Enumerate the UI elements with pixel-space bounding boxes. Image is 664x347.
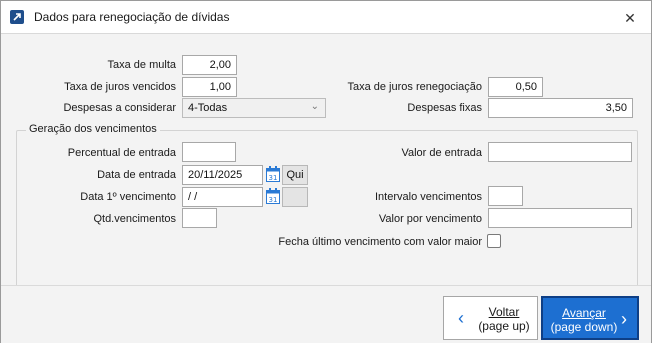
data-entrada-label: Data de entrada (97, 169, 176, 181)
percentual-entrada-input[interactable] (182, 142, 236, 162)
title-bar: Dados para renegociação de dívidas ✕ (1, 1, 651, 34)
back-button-shortcut: (page up) (478, 319, 530, 333)
back-button-label: Voltar (488, 305, 520, 319)
valor-entrada-input[interactable] (488, 142, 632, 162)
valor-entrada-label: Valor de entrada (401, 147, 482, 159)
dialog-title: Dados para renegociação de dívidas (34, 10, 230, 24)
form-area: Taxa de multa 2,00 Taxa de juros vencido… (1, 35, 651, 297)
percentual-entrada-label: Percentual de entrada (67, 147, 176, 159)
footer-bar: ‹ Voltar (page up) Avançar (page down) › (1, 285, 651, 343)
intervalo-vencimentos-label: Intervalo vencimentos (375, 191, 482, 203)
valor-por-vencimento-label: Valor por vencimento (378, 213, 482, 225)
taxa-juros-vencidos-input[interactable]: 1,00 (182, 77, 237, 97)
despesas-considerar-select[interactable]: 4-Todas ⌄ (182, 98, 326, 118)
qtd-vencimentos-input[interactable] (182, 208, 217, 228)
weekday-button[interactable]: Qui (282, 165, 308, 185)
svg-text:31: 31 (269, 196, 278, 204)
taxa-juros-vencidos-label: Taxa de juros vencidos (64, 81, 176, 93)
next-button-label: Avançar (562, 306, 606, 320)
calendar-icon[interactable]: 31 (266, 188, 280, 204)
next-button-shortcut: (page down) (550, 320, 618, 334)
valor-por-vencimento-input[interactable] (488, 208, 632, 228)
calendar-icon[interactable]: 31 (266, 166, 280, 182)
renegotiation-dialog: Dados para renegociação de dívidas ✕ Tax… (0, 0, 652, 343)
next-button[interactable]: Avançar (page down) › (541, 296, 639, 340)
chevron-right-icon: › (621, 309, 627, 329)
intervalo-vencimentos-input[interactable] (488, 186, 523, 206)
despesas-considerar-label: Despesas a considerar (63, 102, 176, 114)
back-button[interactable]: ‹ Voltar (page up) (443, 296, 538, 340)
app-arrow-icon (10, 10, 24, 24)
taxa-multa-label: Taxa de multa (107, 59, 176, 71)
data-1-vencimento-label: Data 1º vencimento (80, 191, 176, 203)
chevron-left-icon: ‹ (458, 308, 464, 328)
despesas-considerar-value: 4-Todas (188, 102, 228, 114)
fecha-ultimo-label: Fecha último vencimento com valor maior (278, 236, 482, 248)
weekday-button-empty[interactable] (282, 187, 308, 207)
vencimentos-group-title: Geração dos vencimentos (26, 123, 160, 135)
svg-text:31: 31 (269, 174, 278, 182)
fecha-ultimo-checkbox[interactable] (487, 234, 501, 248)
taxa-juros-renegociacao-label: Taxa de juros renegociação (347, 81, 482, 93)
data-entrada-input[interactable]: 20/11/2025 (182, 165, 263, 185)
despesas-fixas-input[interactable]: 3,50 (488, 98, 633, 118)
despesas-fixas-label: Despesas fixas (407, 102, 482, 114)
chevron-down-icon: ⌄ (310, 101, 319, 112)
taxa-multa-input[interactable]: 2,00 (182, 55, 237, 75)
close-icon[interactable]: ✕ (619, 7, 641, 29)
data-1-vencimento-input[interactable]: / / (182, 187, 263, 207)
taxa-juros-renegociacao-input[interactable]: 0,50 (488, 77, 543, 97)
qtd-vencimentos-label: Qtd.vencimentos (93, 213, 176, 225)
